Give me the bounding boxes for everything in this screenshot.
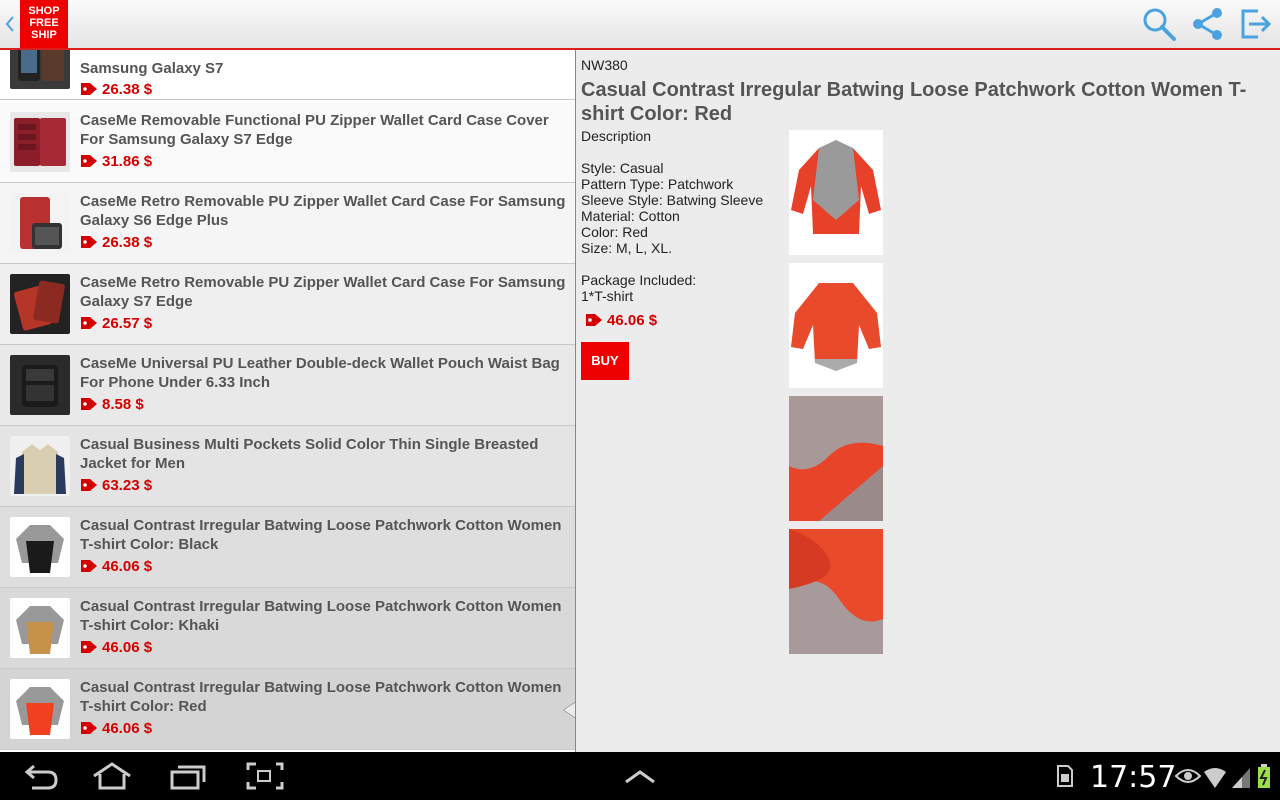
price-tag-icon bbox=[80, 640, 98, 654]
signal-icon bbox=[1230, 762, 1252, 790]
product-title: CaseMe Removable Functional PU Zipper Wa… bbox=[80, 112, 549, 148]
spec-line: Size: M, L, XL. bbox=[581, 240, 673, 256]
spec-line: Color: Red bbox=[581, 224, 648, 240]
status-clock: 17:57 bbox=[1090, 760, 1177, 795]
product-title: Casual Business Multi Pockets Solid Colo… bbox=[80, 436, 539, 472]
list-item[interactable]: Casual Business Multi Pockets Solid Colo… bbox=[0, 426, 575, 507]
selection-pointer bbox=[564, 702, 575, 718]
detail-price-text: 46.06 $ bbox=[607, 312, 658, 329]
share-icon[interactable] bbox=[1190, 6, 1226, 42]
spec-line: Style: Casual bbox=[581, 160, 664, 176]
exit-icon[interactable] bbox=[1238, 6, 1274, 42]
wifi-icon bbox=[1202, 762, 1228, 790]
product-title: Casual Contrast Irregular Batwing Loose … bbox=[80, 598, 562, 634]
product-price: 26.57 $ bbox=[80, 315, 152, 333]
list-item[interactable]: CaseMe Retro Removable PU Zipper Wallet … bbox=[0, 183, 575, 264]
price-tag-icon bbox=[585, 313, 603, 327]
home-nav-icon[interactable] bbox=[92, 762, 132, 790]
spec-line: Material: Cotton bbox=[581, 208, 680, 224]
back-icon[interactable] bbox=[4, 14, 16, 34]
product-title: CaseMe Universal PU Leather Double-deck … bbox=[80, 355, 560, 391]
product-price: 26.38 $ bbox=[80, 81, 152, 99]
product-thumbnail bbox=[10, 517, 70, 577]
price-tag-icon bbox=[80, 721, 98, 735]
price-text: 63.23 $ bbox=[102, 477, 153, 494]
product-price: 46.06 $ bbox=[80, 720, 152, 738]
back-nav-icon[interactable] bbox=[20, 762, 60, 790]
list-item[interactable]: CaseMe Universal PU Leather Double-deck … bbox=[0, 345, 575, 426]
product-thumbnail bbox=[10, 50, 70, 89]
product-thumbnail bbox=[10, 112, 70, 172]
product-list[interactable]: Samsung Galaxy S7 26.38 $ CaseMe Removab… bbox=[0, 50, 576, 752]
price-text: 26.57 $ bbox=[102, 315, 153, 332]
screenshot-icon[interactable] bbox=[246, 762, 286, 790]
product-image[interactable] bbox=[789, 396, 883, 521]
app-logo[interactable]: SHOP FREE SHIP bbox=[20, 0, 68, 48]
eye-icon bbox=[1174, 762, 1202, 790]
product-thumbnail bbox=[10, 193, 70, 253]
product-thumbnail bbox=[10, 355, 70, 415]
product-title: Casual Contrast Irregular Batwing Loose … bbox=[80, 517, 562, 553]
product-price: 63.23 $ bbox=[80, 477, 152, 495]
list-item[interactable]: Casual Contrast Irregular Batwing Loose … bbox=[0, 588, 575, 669]
package-header: Package Included: bbox=[581, 272, 697, 288]
battery-charging-icon bbox=[1256, 762, 1272, 790]
product-sku: NW380 bbox=[581, 57, 628, 73]
list-item[interactable]: Casual Contrast Irregular Batwing Loose … bbox=[0, 507, 575, 588]
product-thumbnail bbox=[10, 274, 70, 334]
search-icon[interactable] bbox=[1141, 6, 1177, 42]
product-title: CaseMe Retro Removable PU Zipper Wallet … bbox=[80, 274, 566, 310]
price-tag-icon bbox=[80, 82, 98, 96]
product-price: 8.58 $ bbox=[80, 396, 144, 414]
list-item[interactable]: CaseMe Retro Removable PU Zipper Wallet … bbox=[0, 264, 575, 345]
product-image[interactable] bbox=[789, 529, 883, 654]
product-price: 46.06 $ bbox=[80, 558, 152, 576]
list-item-selected[interactable]: Casual Contrast Irregular Batwing Loose … bbox=[0, 669, 575, 750]
product-image[interactable] bbox=[789, 130, 883, 255]
system-nav-bar: 17:57 bbox=[0, 752, 1280, 800]
price-text: 46.06 $ bbox=[102, 720, 153, 737]
description-header: Description bbox=[581, 128, 652, 144]
product-description: Description Style: Casual Pattern Type: … bbox=[581, 128, 791, 304]
product-detail-title: Casual Contrast Irregular Batwing Loose … bbox=[581, 79, 1247, 125]
price-text: 8.58 $ bbox=[102, 396, 144, 413]
price-text: 26.38 $ bbox=[102, 81, 153, 98]
action-bar: SHOP FREE SHIP bbox=[0, 0, 1280, 50]
logo-line-2: FREE bbox=[29, 17, 59, 29]
list-item[interactable]: Samsung Galaxy S7 26.38 $ bbox=[0, 50, 575, 100]
logo-line-1: SHOP bbox=[28, 5, 60, 17]
spec-line: Pattern Type: Patchwork bbox=[581, 176, 734, 192]
list-item[interactable]: CaseMe Removable Functional PU Zipper Wa… bbox=[0, 102, 575, 183]
product-title: Casual Contrast Irregular Batwing Loose … bbox=[80, 679, 562, 715]
price-tag-icon bbox=[80, 154, 98, 168]
price-text: 46.06 $ bbox=[102, 558, 153, 575]
detail-price: 46.06 $ bbox=[585, 312, 657, 329]
price-tag-icon bbox=[80, 478, 98, 492]
product-detail: NW380 Casual Contrast Irregular Batwing … bbox=[577, 50, 1280, 752]
product-thumbnail bbox=[10, 679, 70, 739]
price-tag-icon bbox=[80, 397, 98, 411]
price-text: 46.06 $ bbox=[102, 639, 153, 656]
price-text: 26.38 $ bbox=[102, 234, 153, 251]
product-title: CaseMe Retro Removable PU Zipper Wallet … bbox=[80, 193, 566, 229]
logo-line-3: SHIP bbox=[31, 29, 57, 41]
product-thumbnail bbox=[10, 598, 70, 658]
price-text: 31.86 $ bbox=[102, 153, 153, 170]
price-tag-icon bbox=[80, 235, 98, 249]
chevron-up-icon[interactable] bbox=[622, 762, 662, 790]
product-price: 31.86 $ bbox=[80, 153, 152, 171]
product-price: 46.06 $ bbox=[80, 639, 152, 657]
sd-card-icon bbox=[1054, 762, 1076, 790]
product-title: Samsung Galaxy S7 bbox=[80, 60, 224, 77]
product-image[interactable] bbox=[789, 263, 883, 388]
spec-line: Sleeve Style: Batwing Sleeve bbox=[581, 192, 764, 208]
buy-button[interactable]: BUY bbox=[581, 342, 629, 380]
price-tag-icon bbox=[80, 316, 98, 330]
recent-apps-icon[interactable] bbox=[168, 762, 208, 790]
package-line: 1*T-shirt bbox=[581, 288, 634, 304]
product-thumbnail bbox=[10, 436, 70, 496]
product-price: 26.38 $ bbox=[80, 234, 152, 252]
price-tag-icon bbox=[80, 559, 98, 573]
